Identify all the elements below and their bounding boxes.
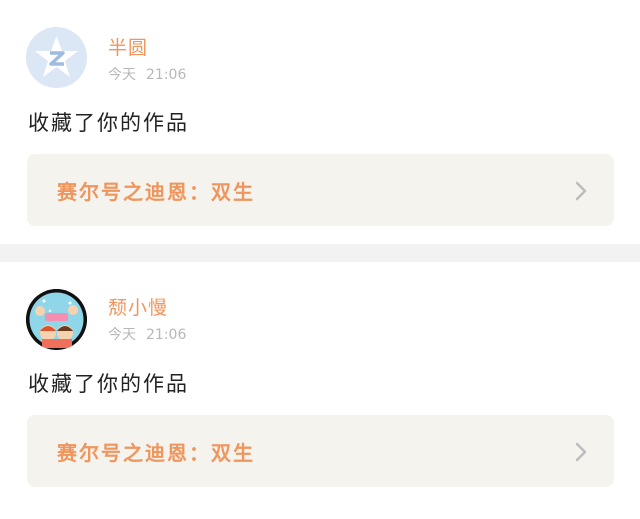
notification-feed: 半圆 今天 21:06 收藏了你的作品 赛尔号之迪恩：双生 颓小慢 今天 21:…: [0, 0, 640, 519]
user-avatar[interactable]: [26, 27, 87, 88]
z-star-avatar-icon: [26, 27, 87, 88]
work-title: 赛尔号之迪恩：双生: [57, 180, 255, 204]
work-title: 赛尔号之迪恩：双生: [57, 441, 255, 465]
timestamp-day: 今天: [108, 67, 136, 83]
action-text: 收藏了你的作品: [28, 372, 189, 396]
cartoon-couple-avatar-icon: [26, 289, 87, 350]
notification-card: 颓小慢 今天 21:06 收藏了你的作品 赛尔号之迪恩：双生: [0, 262, 640, 519]
timestamp: 今天 21:06: [108, 324, 186, 344]
work-link-card[interactable]: 赛尔号之迪恩：双生: [27, 154, 614, 226]
timestamp-time: 21:06: [146, 327, 187, 343]
card-separator: [0, 244, 640, 262]
timestamp-time: 21:06: [146, 67, 187, 83]
user-avatar[interactable]: [26, 289, 87, 350]
chevron-right-icon: [575, 181, 587, 201]
chevron-right-icon: [575, 442, 587, 462]
notification-card: 半圆 今天 21:06 收藏了你的作品 赛尔号之迪恩：双生: [0, 0, 640, 244]
username[interactable]: 半圆: [108, 33, 148, 60]
action-text: 收藏了你的作品: [28, 111, 189, 135]
work-link-card[interactable]: 赛尔号之迪恩：双生: [27, 415, 614, 487]
timestamp: 今天 21:06: [108, 64, 186, 84]
timestamp-day: 今天: [108, 327, 136, 343]
username[interactable]: 颓小慢: [108, 293, 168, 320]
